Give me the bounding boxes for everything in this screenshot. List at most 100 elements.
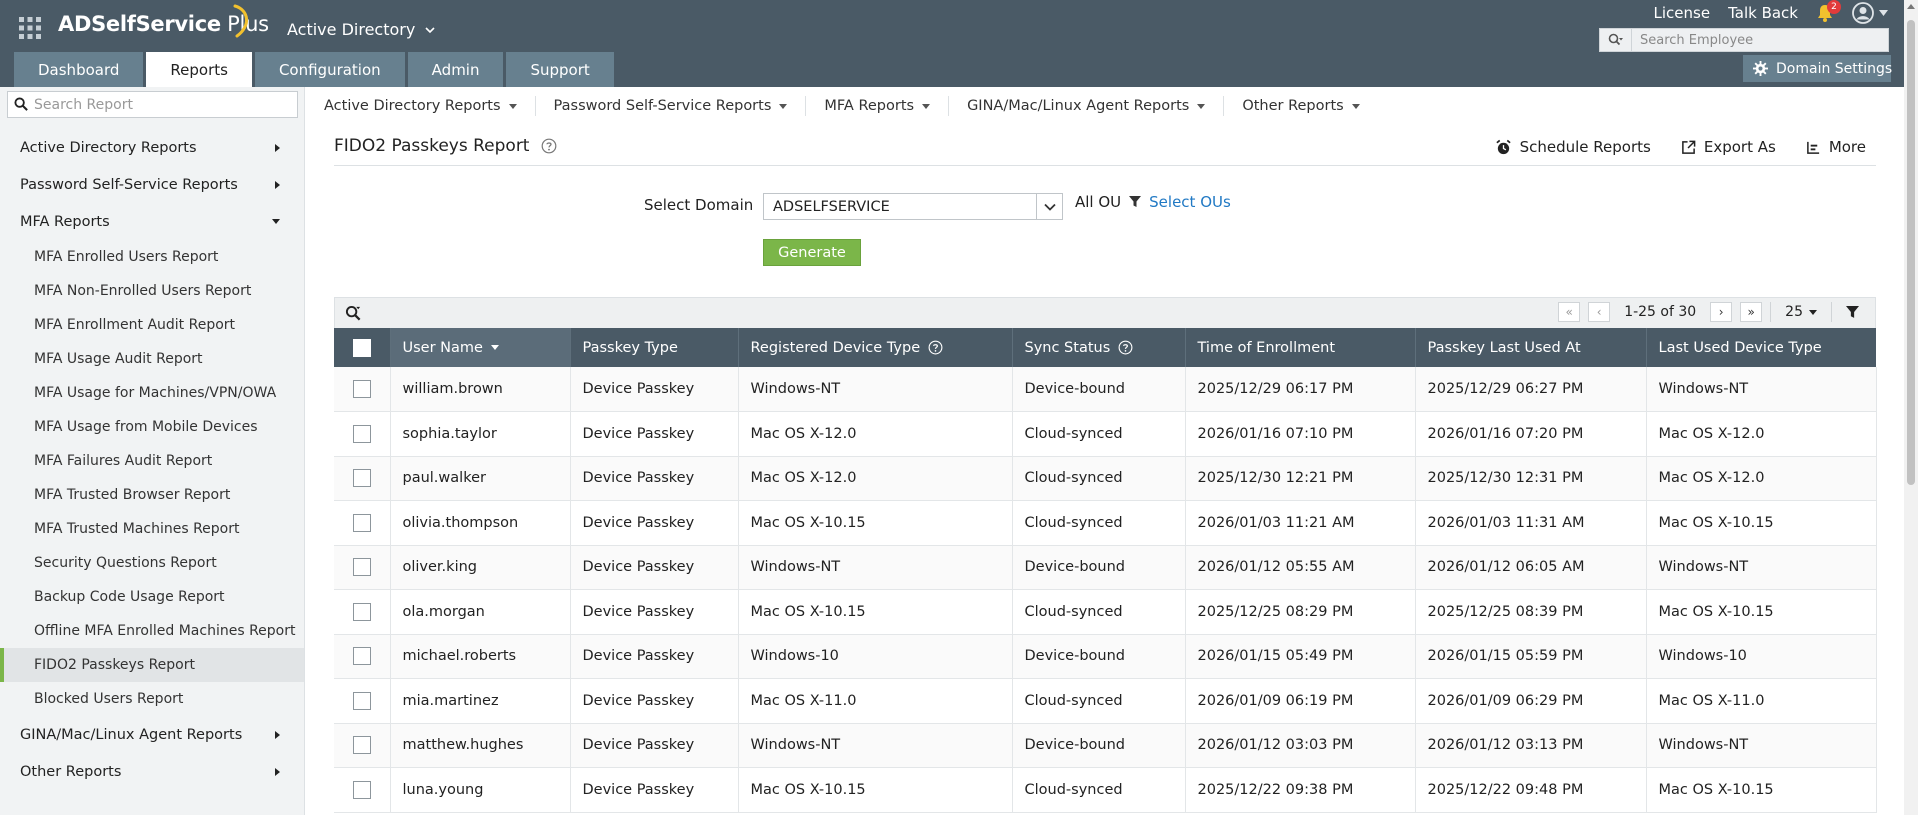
app-grid-icon[interactable] <box>19 17 41 39</box>
tab-configuration[interactable]: Configuration <box>254 52 405 87</box>
table-row[interactable]: luna.young Device Passkey Mac OS X-10.15… <box>334 767 1877 813</box>
domain-select[interactable]: ADSELFSERVICE <box>763 193 1063 220</box>
more-button[interactable]: More <box>1806 138 1866 156</box>
sidebar-item-mfa-trusted-browser[interactable]: MFA Trusted Browser Report <box>0 478 304 512</box>
tab-admin[interactable]: Admin <box>407 52 504 87</box>
domain-settings-button[interactable]: Domain Settings <box>1743 55 1892 82</box>
sidebar-item-fido2-passkeys[interactable]: FIDO2 Passkeys Report <box>0 648 304 682</box>
export-as-button[interactable]: Export As <box>1681 138 1776 156</box>
user-name-cell: michael.roberts <box>390 634 571 679</box>
sidebar-item-mfa-usage-audit[interactable]: MFA Usage Audit Report <box>0 342 304 376</box>
first-page-button[interactable]: « <box>1558 302 1581 322</box>
table-row[interactable]: olivia.thompson Device Passkey Mac OS X-… <box>334 500 1877 546</box>
sidebar: Active Directory Reports Password Self-S… <box>0 87 305 815</box>
sidebar-item-mfa-enrollment-audit[interactable]: MFA Enrollment Audit Report <box>0 308 304 342</box>
column-header-sync-status[interactable]: Sync Status <box>1012 328 1186 367</box>
user-avatar-icon <box>1852 2 1874 24</box>
sidebar-item-security-questions[interactable]: Security Questions Report <box>0 546 304 580</box>
row-checkbox[interactable] <box>352 736 371 755</box>
sidebar-item-mfa-failures-audit[interactable]: MFA Failures Audit Report <box>0 444 304 478</box>
sidebar-item-mfa-enrolled-users[interactable]: MFA Enrolled Users Report <box>0 240 304 274</box>
passkey-last-used-cell: 2025/12/25 08:39 PM <box>1415 589 1647 635</box>
column-header-passkey-last-used-at[interactable]: Passkey Last Used At <box>1415 328 1647 367</box>
help-icon[interactable] <box>928 340 943 355</box>
chevron-down-icon[interactable] <box>1036 194 1062 219</box>
subnav-active-directory-reports[interactable]: Active Directory Reports <box>306 96 536 116</box>
subnav-password-self-service-reports[interactable]: Password Self-Service Reports <box>536 96 807 116</box>
table-search-icon[interactable] <box>345 305 362 322</box>
table-row[interactable]: oliver.king Device Passkey Windows-NT De… <box>334 545 1877 590</box>
sidebar-category-other[interactable]: Other Reports <box>0 753 304 790</box>
subnav-agent-reports[interactable]: GINA/Mac/Linux Agent Reports <box>949 96 1225 116</box>
tab-support[interactable]: Support <box>506 52 614 87</box>
sidebar-category-mfa[interactable]: MFA Reports <box>0 203 304 240</box>
user-name-cell: paul.walker <box>390 456 571 501</box>
caret-down-icon <box>1809 309 1817 315</box>
sidebar-item-offline-mfa-machines[interactable]: Offline MFA Enrolled Machines Report <box>0 614 304 648</box>
scrollbar-thumb[interactable] <box>1907 20 1915 485</box>
table-row[interactable]: sophia.taylor Device Passkey Mac OS X-12… <box>334 411 1877 457</box>
select-ous-link[interactable]: Select OUs <box>1149 193 1231 211</box>
page-scrollbar[interactable] <box>1904 0 1918 815</box>
tab-reports[interactable]: Reports <box>146 52 252 87</box>
license-link[interactable]: License <box>1654 4 1711 22</box>
employee-search-input[interactable] <box>1632 32 1882 48</box>
notifications-button[interactable]: 2 <box>1816 0 1841 23</box>
row-checkbox[interactable] <box>352 691 371 710</box>
last-page-button[interactable]: » <box>1740 302 1763 322</box>
table-row[interactable]: michael.roberts Device Passkey Windows-1… <box>334 634 1877 679</box>
talk-back-link[interactable]: Talk Back <box>1728 4 1798 22</box>
sidebar-item-backup-code-usage[interactable]: Backup Code Usage Report <box>0 580 304 614</box>
sidebar-category-password-self-service[interactable]: Password Self-Service Reports <box>0 166 304 203</box>
employee-search[interactable] <box>1599 28 1889 52</box>
subnav-other-reports[interactable]: Other Reports <box>1224 96 1377 116</box>
previous-page-button[interactable]: ‹ <box>1588 302 1611 322</box>
sidebar-category-active-directory[interactable]: Active Directory Reports <box>0 129 304 166</box>
column-header-user-name[interactable]: User Name <box>390 328 571 367</box>
column-header-passkey-type[interactable]: Passkey Type <box>570 328 739 367</box>
next-page-button[interactable]: › <box>1710 302 1733 322</box>
user-menu[interactable] <box>1852 2 1888 24</box>
subnav-mfa-reports[interactable]: MFA Reports <box>806 96 950 116</box>
column-header-last-used-device-type[interactable]: Last Used Device Type <box>1646 328 1876 367</box>
table-row[interactable]: william.brown Device Passkey Windows-NT … <box>334 367 1877 412</box>
scroll-up-arrow-icon[interactable] <box>1907 4 1915 9</box>
product-selector[interactable]: Active Directory <box>287 20 435 39</box>
table-row[interactable]: matthew.hughes Device Passkey Windows-NT… <box>334 723 1877 768</box>
help-icon[interactable] <box>541 138 557 154</box>
last-used-device-type-cell: Mac OS X-12.0 <box>1646 456 1877 501</box>
sidebar-item-mfa-usage-machines[interactable]: MFA Usage for Machines/VPN/OWA <box>0 376 304 410</box>
generate-button[interactable]: Generate <box>763 239 861 266</box>
pagination: « ‹ 1-25 of 30 › » 25 <box>1558 302 1865 322</box>
column-header-registered-device-type[interactable]: Registered Device Type <box>738 328 1013 367</box>
sidebar-category-agent-reports[interactable]: GINA/Mac/Linux Agent Reports <box>0 716 304 753</box>
column-header-label: Registered Device Type <box>750 339 921 356</box>
select-all-checkbox[interactable] <box>352 338 371 357</box>
row-checkbox[interactable] <box>352 380 371 398</box>
report-search-input[interactable] <box>34 96 289 113</box>
report-search[interactable] <box>7 91 298 118</box>
row-checkbox[interactable] <box>352 647 371 666</box>
schedule-reports-button[interactable]: Schedule Reports <box>1495 138 1651 156</box>
column-header-time-of-enrollment[interactable]: Time of Enrollment <box>1185 328 1416 367</box>
registered-device-type-cell: Mac OS X-12.0 <box>738 456 1013 501</box>
table-row[interactable]: paul.walker Device Passkey Mac OS X-12.0… <box>334 456 1877 501</box>
sidebar-item-blocked-users[interactable]: Blocked Users Report <box>0 682 304 716</box>
tab-dashboard[interactable]: Dashboard <box>14 52 144 87</box>
row-select-cell <box>334 411 391 457</box>
row-checkbox[interactable] <box>352 602 371 621</box>
help-icon[interactable] <box>1118 340 1133 355</box>
table-row[interactable]: ola.morgan Device Passkey Mac OS X-10.15… <box>334 589 1877 635</box>
sidebar-item-mfa-non-enrolled-users[interactable]: MFA Non-Enrolled Users Report <box>0 274 304 308</box>
row-checkbox[interactable] <box>352 558 371 577</box>
row-checkbox[interactable] <box>352 780 371 799</box>
page-size-select[interactable]: 25 <box>1779 304 1823 320</box>
table-row[interactable]: mia.martinez Device Passkey Mac OS X-11.… <box>334 678 1877 724</box>
row-checkbox[interactable] <box>352 469 371 488</box>
row-checkbox[interactable] <box>352 424 371 443</box>
sidebar-item-mfa-usage-mobile[interactable]: MFA Usage from Mobile Devices <box>0 410 304 444</box>
notification-badge: 2 <box>1827 0 1841 14</box>
sidebar-item-mfa-trusted-machines[interactable]: MFA Trusted Machines Report <box>0 512 304 546</box>
filter-icon[interactable] <box>1840 305 1865 319</box>
row-checkbox[interactable] <box>352 513 371 532</box>
